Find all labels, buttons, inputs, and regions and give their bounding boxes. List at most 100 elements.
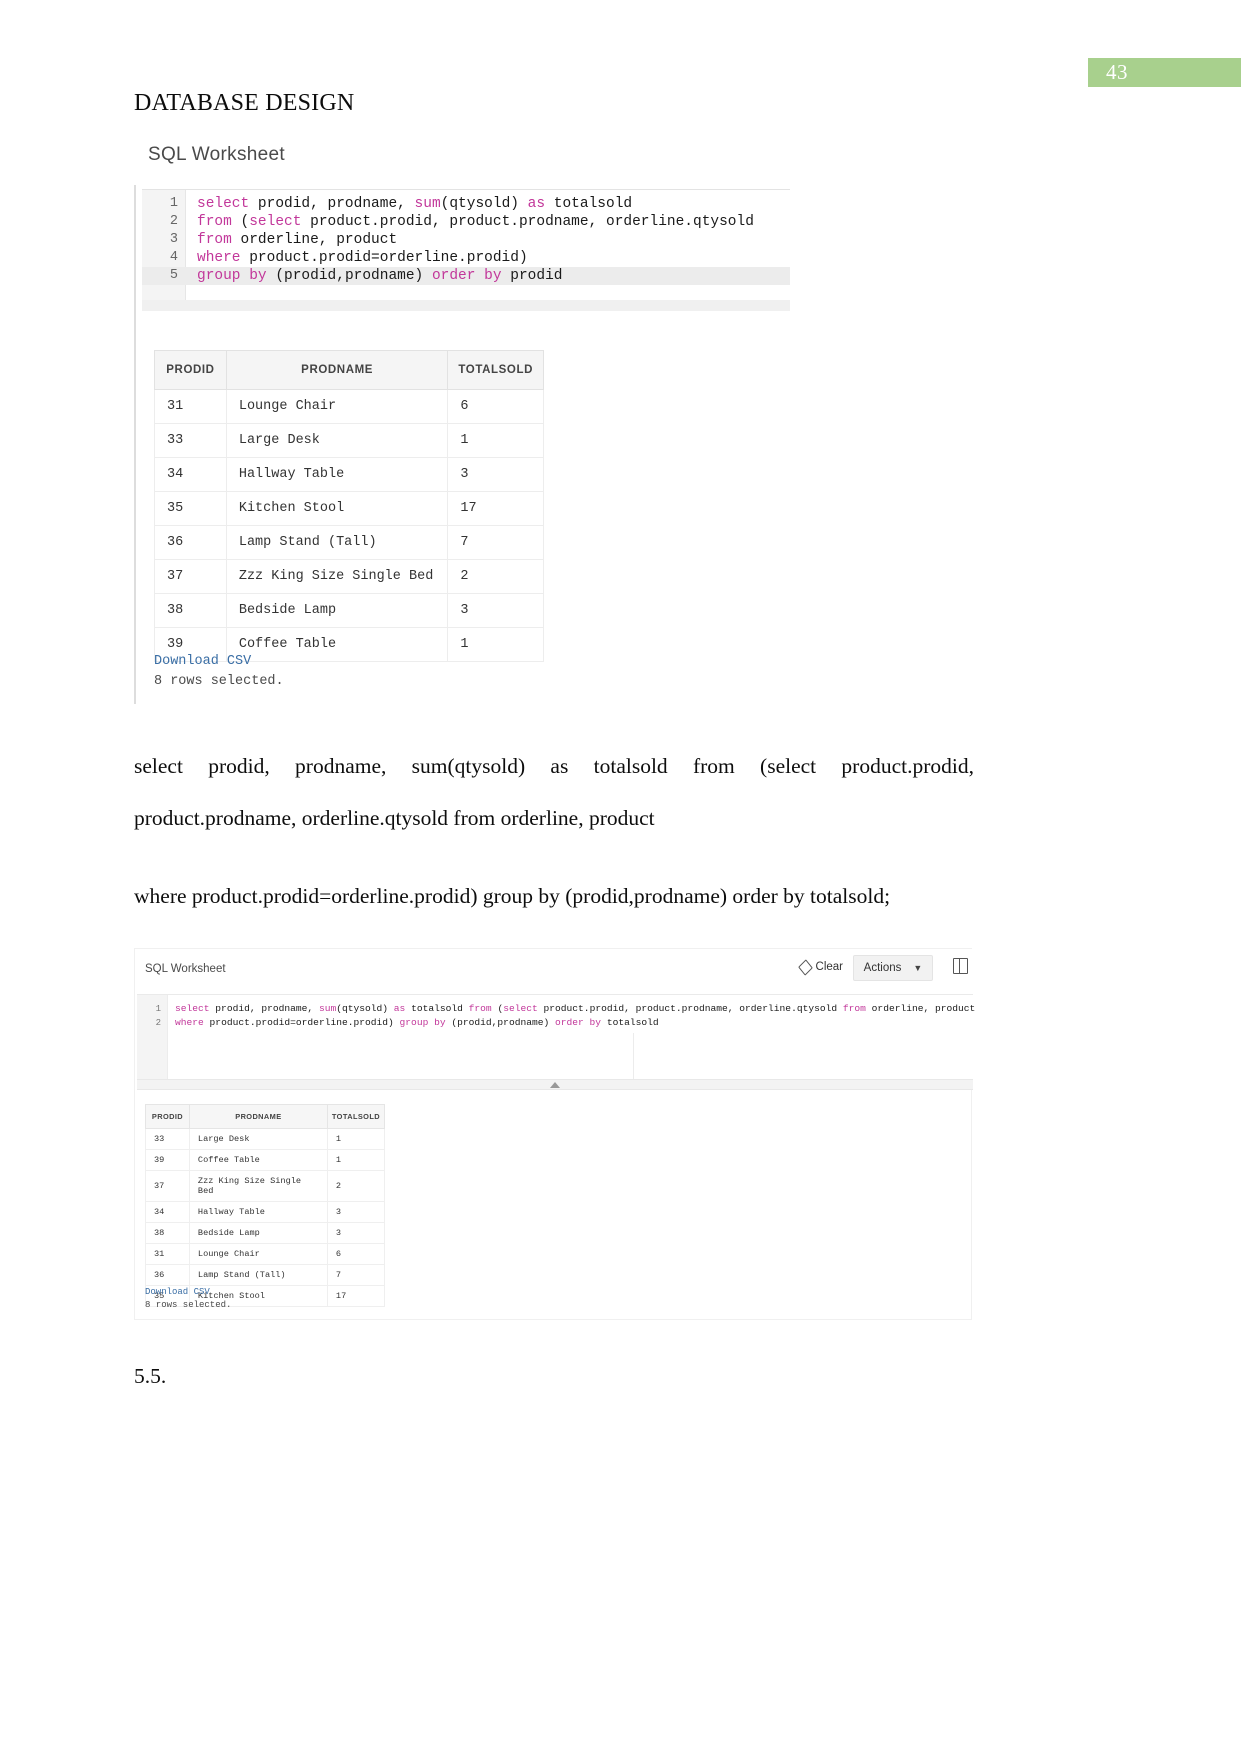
- table-cell: 37: [154, 559, 227, 594]
- table-cell: 38: [154, 593, 227, 628]
- page-number-text: 43: [1106, 60, 1128, 84]
- table-cell: 35: [154, 491, 227, 526]
- results-footer: Download CSV 8 rows selected.: [145, 1287, 231, 1310]
- table-cell: 1: [326, 1149, 386, 1171]
- table-header-row: PRODID PRODNAME TOTALSOLD: [145, 1104, 386, 1129]
- table-cell: 6: [326, 1243, 386, 1265]
- sql-code-area[interactable]: 1 select prodid, prodname, sum(qtysold) a…: [142, 195, 790, 285]
- table-cell: 36: [154, 525, 227, 560]
- paragraph-section-number: 5.5.: [134, 1364, 167, 1388]
- table-body: 33 Large Desk 1 39 Coffee Table 1 37 Zzz King S…: [145, 1128, 386, 1307]
- table-cell: Zzz King Size Single Bed: [188, 1170, 328, 1202]
- table-cell: 1: [447, 627, 544, 662]
- table-cell: Large Desk: [225, 423, 449, 458]
- code-line: 5 group by (prodid,prodname) order by pro…: [142, 267, 790, 285]
- table-cell: 37: [145, 1170, 190, 1202]
- table-body: 31 Lounge Chair 6 33 Large Desk 1 34 Hallway Ta…: [154, 389, 544, 662]
- table-cell: 2: [326, 1170, 386, 1202]
- code-line: 2 from (select product.prodid, product.pr…: [142, 213, 790, 231]
- table-cell: 31: [145, 1243, 190, 1265]
- table-cell: 7: [447, 525, 544, 560]
- table-row: 38 Bedside Lamp 3: [145, 1222, 386, 1244]
- grid-panel-icon[interactable]: [953, 958, 968, 974]
- table-row: 36 Lamp Stand (Tall) 7: [154, 525, 544, 560]
- clear-button[interactable]: Clear: [797, 958, 843, 976]
- code-text: from orderline, product: [197, 232, 398, 248]
- table-cell: Bedside Lamp: [188, 1222, 328, 1244]
- line-number: 5: [169, 268, 178, 283]
- document-page: 43 DATABASE DESIGN SQL Worksheet 1 select…: [0, 0, 1241, 1754]
- paragraph-query-part2: where product.prodid=orderline.prodid) g…: [134, 884, 891, 908]
- download-csv-link[interactable]: Download CSV: [154, 654, 284, 669]
- code-line: 4 where product.prodid=orderline.prodid): [142, 249, 790, 267]
- line-number: 1: [155, 1004, 161, 1014]
- table-column-header: TOTALSOLD: [447, 350, 544, 390]
- actions-dropdown-button[interactable]: Actions ▼: [853, 955, 933, 981]
- code-text: select prodid, prodname, sum(qtysold) as…: [175, 1003, 976, 1014]
- table-row: 35 Kitchen Stool 17: [154, 491, 544, 526]
- table-cell: 2: [447, 559, 544, 594]
- table-column-header: TOTALSOLD: [326, 1104, 386, 1129]
- worksheet-toolbar: SQL Worksheet Clear Actions ▼: [135, 949, 973, 994]
- table-cell: Lounge Chair: [225, 389, 449, 424]
- code-text: select prodid, prodname, sum(qtysold) as…: [197, 196, 633, 212]
- rows-selected-note: 8 rows selected.: [154, 674, 284, 689]
- line-number: 4: [169, 250, 178, 265]
- table-row: 33 Large Desk 1: [145, 1128, 386, 1150]
- table-cell: 34: [154, 457, 227, 492]
- table-cell: 38: [145, 1222, 190, 1244]
- table-cell: Hallway Table: [225, 457, 449, 492]
- worksheet-title: SQL Worksheet: [148, 144, 285, 165]
- editor-splitter[interactable]: [137, 1079, 973, 1090]
- sql-code-area[interactable]: 1 select prodid, prodname, sum(qtysold) a…: [137, 1002, 976, 1030]
- table-column-header: PRODNAME: [225, 350, 449, 390]
- paragraph-query-part1: select prodid, prodname, sum(qtysold) as…: [134, 754, 974, 830]
- table-cell: Lamp Stand (Tall): [225, 525, 449, 560]
- table-row: 39 Coffee Table 1: [145, 1149, 386, 1171]
- table-cell: Large Desk: [188, 1128, 328, 1150]
- table-cell: Kitchen Stool: [225, 491, 449, 526]
- page-number-badge: 43: [1088, 58, 1241, 87]
- line-number: 1: [169, 196, 178, 211]
- table-cell: 33: [154, 423, 227, 458]
- table-cell: 3: [326, 1222, 386, 1244]
- results-table: PRODID PRODNAME TOTALSOLD 33 Large Desk 1 39 C…: [145, 1104, 386, 1307]
- table-cell: 7: [326, 1264, 386, 1286]
- table-cell: Lamp Stand (Tall): [188, 1264, 328, 1286]
- sql-editor[interactable]: 1 select prodid, prodname, sum(qtysold) a…: [137, 994, 976, 1080]
- editor-horizontal-scrollbar[interactable]: [142, 300, 790, 311]
- table-column-header: PRODID: [154, 350, 227, 390]
- figure-sql-worksheet-ordered-by-prodid: SQL Worksheet 1 select prodid, prodname, …: [134, 132, 840, 704]
- clear-button-label: Clear: [815, 961, 843, 973]
- table-cell: Bedside Lamp: [225, 593, 449, 628]
- table-cell: 31: [154, 389, 227, 424]
- table-cell: Coffee Table: [188, 1149, 328, 1171]
- table-row: 36 Lamp Stand (Tall) 7: [145, 1264, 386, 1286]
- worksheet-title: SQL Worksheet: [145, 963, 226, 975]
- table-cell: 34: [145, 1201, 190, 1223]
- download-csv-link[interactable]: Download CSV: [145, 1287, 231, 1297]
- table-row: 34 Hallway Table 3: [145, 1201, 386, 1223]
- page-title: DATABASE DESIGN: [134, 90, 355, 116]
- results-table: PRODID PRODNAME TOTALSOLD 31 Lounge Chair 6 3…: [154, 350, 544, 662]
- table-row: 31 Lounge Chair 6: [154, 389, 544, 424]
- table-cell: Lounge Chair: [188, 1243, 328, 1265]
- editor-vertical-divider: [633, 1033, 634, 1080]
- sql-editor[interactable]: 1 select prodid, prodname, sum(qtysold) a…: [142, 189, 790, 311]
- code-text: from (select product.prodid, product.pro…: [197, 214, 754, 230]
- code-line: 1 select prodid, prodname, sum(qtysold) a…: [137, 1002, 976, 1016]
- table-cell: Hallway Table: [188, 1201, 328, 1223]
- eraser-icon: [797, 958, 813, 976]
- results-footer: Download CSV 8 rows selected.: [154, 654, 284, 689]
- table-column-header: PRODID: [145, 1104, 190, 1129]
- table-cell: 36: [145, 1264, 190, 1286]
- table-row: 34 Hallway Table 3: [154, 457, 544, 492]
- table-header-row: PRODID PRODNAME TOTALSOLD: [154, 350, 544, 390]
- code-line: 1 select prodid, prodname, sum(qtysold) a…: [142, 195, 790, 213]
- table-cell: 39: [145, 1149, 190, 1171]
- table-row: 38 Bedside Lamp 3: [154, 593, 544, 628]
- splitter-grip-icon: [550, 1082, 560, 1088]
- chevron-down-icon: ▼: [913, 963, 923, 973]
- actions-button-label: Actions: [863, 962, 902, 974]
- rows-selected-note: 8 rows selected.: [145, 1300, 232, 1310]
